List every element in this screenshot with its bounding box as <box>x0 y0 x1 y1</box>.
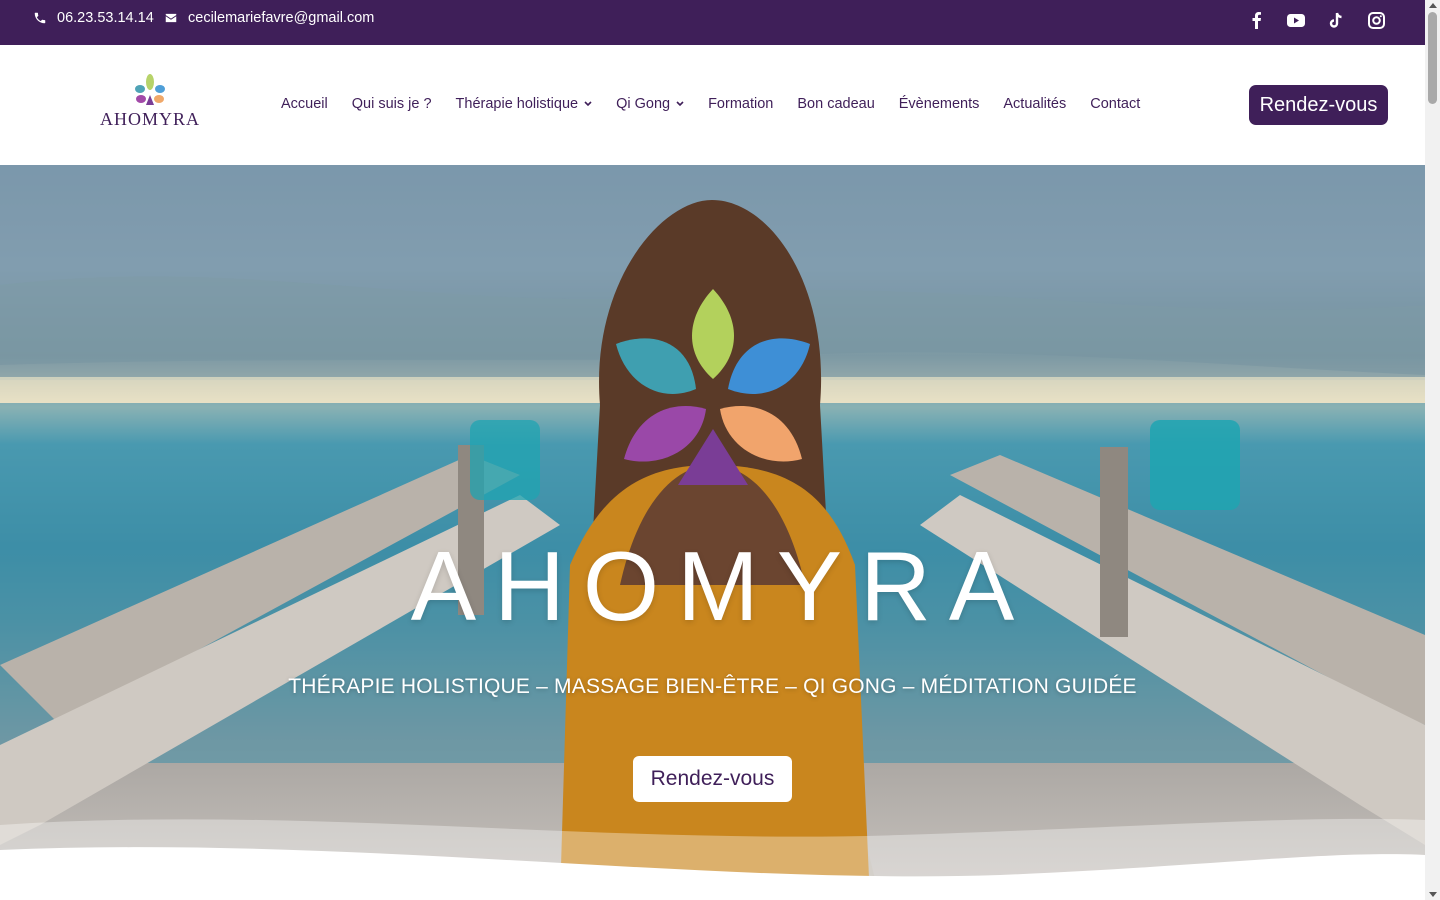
hero-rendez-vous-button[interactable]: Rendez-vous <box>633 756 792 802</box>
nav-label: Contact <box>1090 96 1141 112</box>
scroll-up-arrow-icon[interactable] <box>1429 3 1437 8</box>
nav-label: Thérapie holistique <box>455 96 579 112</box>
nav-label: Accueil <box>281 96 328 112</box>
nav-item-contact[interactable]: Contact <box>1090 96 1140 112</box>
nav-item-therapie-holistique[interactable]: Thérapie holistique <box>456 96 593 112</box>
facebook-icon[interactable] <box>1247 10 1265 30</box>
nav-item-actualites[interactable]: Actualités <box>1003 96 1066 112</box>
top-contact-bar: 06.23.53.14.14 cecilemariefavre@gmail.co… <box>0 0 1425 45</box>
phone-number[interactable]: 06.23.53.14.14 <box>57 10 154 26</box>
nav-item-formation[interactable]: Formation <box>708 96 773 112</box>
header-rendez-vous-button[interactable]: Rendez-vous <box>1249 85 1388 125</box>
youtube-icon[interactable] <box>1287 10 1305 30</box>
nav-item-qi-gong[interactable]: Qi Gong <box>616 96 684 112</box>
email-address[interactable]: cecilemariefavre@gmail.com <box>188 10 374 26</box>
nav-item-accueil[interactable]: Accueil <box>281 96 328 112</box>
hero-subtitle: THÉRAPIE HOLISTIQUE – MASSAGE BIEN-ÊTRE … <box>288 675 1137 698</box>
email-contact[interactable]: cecilemariefavre@gmail.com <box>164 10 374 26</box>
phone-icon <box>34 12 46 24</box>
nav-label: Formation <box>708 96 774 112</box>
chevron-down-icon <box>676 101 684 107</box>
nav-label: Évènements <box>898 96 980 112</box>
nav-label: Actualités <box>1003 96 1067 112</box>
main-header: AHOMYRA Accueil Qui suis je ? Thérapie h… <box>0 45 1425 165</box>
logo-flower-icon <box>135 74 165 105</box>
page: 06.23.53.14.14 cecilemariefavre@gmail.co… <box>0 0 1425 900</box>
hero-title: AHOMYRA <box>410 531 1033 641</box>
scroll-down-arrow-icon[interactable] <box>1429 892 1437 897</box>
page-scrollbar[interactable] <box>1425 0 1440 900</box>
site-logo[interactable]: AHOMYRA <box>98 73 202 137</box>
social-links <box>1247 10 1385 30</box>
hero-bottom-wave <box>0 818 1425 900</box>
nav-item-qui-suis-je[interactable]: Qui suis je ? <box>352 96 432 112</box>
instagram-icon[interactable] <box>1367 10 1385 30</box>
main-navigation: Accueil Qui suis je ? Thérapie holistiqu… <box>281 96 1140 112</box>
nav-label: Qui suis je ? <box>351 96 432 112</box>
email-icon <box>165 13 177 23</box>
logo-wordmark: AHOMYRA <box>99 109 200 129</box>
nav-label: Bon cadeau <box>797 96 875 112</box>
nav-item-evenements[interactable]: Évènements <box>899 96 980 112</box>
nav-label: Qi Gong <box>616 96 671 112</box>
hero-banner: AHOMYRA THÉRAPIE HOLISTIQUE – MASSAGE BI… <box>0 165 1425 900</box>
nav-item-bon-cadeau[interactable]: Bon cadeau <box>797 96 874 112</box>
hero-logo-flower-icon <box>616 289 810 485</box>
chevron-down-icon <box>584 101 592 107</box>
tiktok-icon[interactable] <box>1327 10 1345 30</box>
phone-contact[interactable]: 06.23.53.14.14 <box>33 10 154 26</box>
scrollbar-thumb[interactable] <box>1428 12 1437 104</box>
